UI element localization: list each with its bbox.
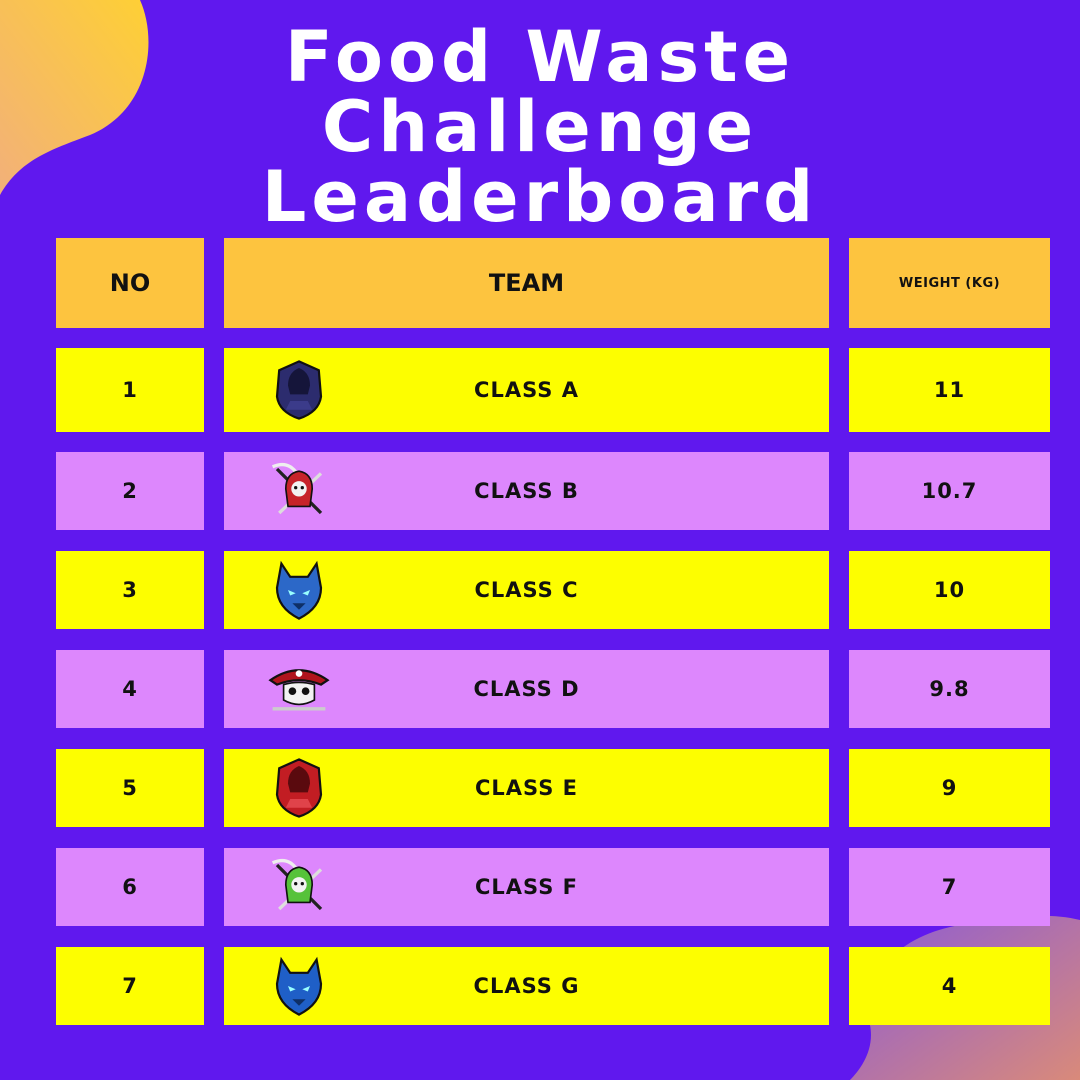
row-7-team: CLASS G <box>224 947 829 1025</box>
header-no-label: NO <box>109 269 151 297</box>
weight-value: 7 <box>941 875 958 899</box>
row-4-no: 4 <box>56 650 204 728</box>
weight-value: 4 <box>941 974 958 998</box>
title-line-3: Leaderboard <box>261 156 819 238</box>
wolf-icon <box>275 956 323 1016</box>
row-6-no: 6 <box>56 848 204 926</box>
row-5-team: CLASS E <box>224 749 829 827</box>
pirate-skull-icon <box>268 669 330 711</box>
leaderboard-poster: Food Waste Challenge Leaderboard NO TEAM… <box>0 0 1080 1080</box>
row-2-weight: 10.7 <box>849 452 1050 530</box>
reaper-icon <box>271 858 323 911</box>
row-1-no: 1 <box>56 348 204 432</box>
row-7-weight: 4 <box>849 947 1050 1025</box>
weight-value: 11 <box>933 378 966 402</box>
row-6-weight: 7 <box>849 848 1050 926</box>
title-line-1: Food Waste <box>284 16 796 98</box>
weight-value: 10.7 <box>921 479 978 503</box>
row-3-weight: 10 <box>849 551 1050 629</box>
header-weight: WEIGHT (KG) <box>849 238 1050 328</box>
rank-value: 1 <box>122 378 138 402</box>
row-3-team: CLASS C <box>224 551 829 629</box>
rank-value: 5 <box>122 776 138 800</box>
rank-value: 2 <box>122 479 138 503</box>
row-4-weight: 9.8 <box>849 650 1050 728</box>
title-line-2: Challenge <box>321 86 759 168</box>
team-name: CLASS G <box>473 974 580 998</box>
header-team-label: TEAM <box>488 269 565 297</box>
hooded-figure-icon <box>275 758 323 818</box>
row-5-no: 5 <box>56 749 204 827</box>
team-name: CLASS C <box>474 578 579 602</box>
rank-value: 7 <box>122 974 138 998</box>
wolf-icon <box>275 560 323 620</box>
team-name: CLASS D <box>473 677 580 701</box>
weight-value: 9.8 <box>929 677 970 701</box>
row-1-team: CLASS A <box>224 348 829 432</box>
header-weight-label: WEIGHT (KG) <box>898 275 1001 291</box>
rank-value: 4 <box>122 677 138 701</box>
header-team: TEAM <box>224 238 829 328</box>
header-no: NO <box>56 238 204 328</box>
row-4-team: CLASS D <box>224 650 829 728</box>
row-7-no: 7 <box>56 947 204 1025</box>
rank-value: 6 <box>122 875 138 899</box>
row-2-no: 2 <box>56 452 204 530</box>
hooded-figure-icon <box>275 360 323 420</box>
reaper-icon <box>271 462 323 515</box>
row-3-no: 3 <box>56 551 204 629</box>
rank-value: 3 <box>122 578 138 602</box>
team-name: CLASS F <box>474 875 578 899</box>
row-5-weight: 9 <box>849 749 1050 827</box>
team-name: CLASS E <box>474 776 578 800</box>
row-2-team: CLASS B <box>224 452 829 530</box>
row-6-team: CLASS F <box>224 848 829 926</box>
page-title: Food Waste Challenge Leaderboard <box>0 22 1080 232</box>
team-name: CLASS B <box>474 479 579 503</box>
weight-value: 9 <box>941 776 958 800</box>
row-1-weight: 11 <box>849 348 1050 432</box>
team-name: CLASS A <box>474 378 579 402</box>
weight-value: 10 <box>933 578 966 602</box>
